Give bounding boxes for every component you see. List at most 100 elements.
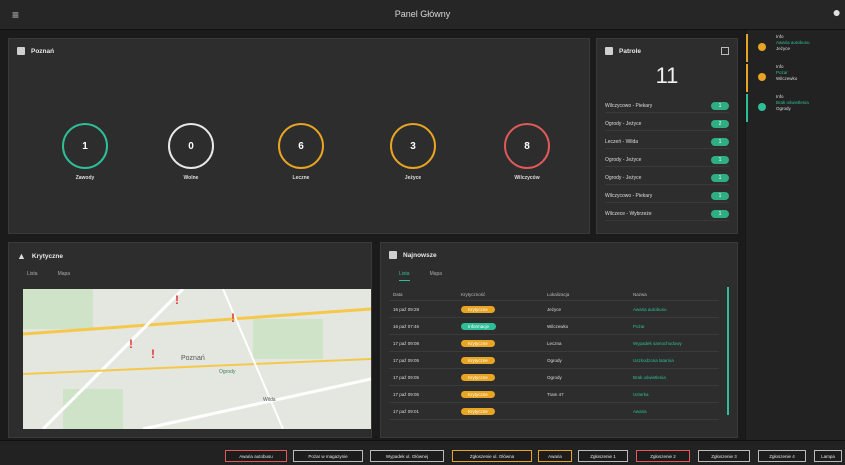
- quick-action-button[interactable]: Awaria autobusu: [225, 450, 287, 462]
- patrol-row[interactable]: Leczeń - Wilda 1: [605, 135, 729, 149]
- overview-title: Poznań: [31, 47, 55, 55]
- tab-list[interactable]: Lista: [399, 271, 410, 281]
- notification-text: Info Brak oświetlenia Ogrody: [776, 94, 809, 112]
- patrol-row[interactable]: Ogrody - Jeżyce 2: [605, 117, 729, 131]
- row-name: Brak oświetlenia: [633, 374, 666, 380]
- critical-header: ▲ Krytyczne: [17, 251, 63, 261]
- table-header: Data Krytyczność Lokalizacja Nazwa: [389, 289, 719, 301]
- stat-circle[interactable]: 0: [168, 123, 214, 169]
- col-name: Nazwa: [633, 292, 647, 297]
- expand-icon[interactable]: [721, 47, 729, 55]
- row-date: 17 paź 09:08: [393, 340, 420, 346]
- row-status-cell: Krytyczne: [461, 339, 547, 347]
- map-marker[interactable]: !: [175, 293, 179, 307]
- notification-location: Ogrody: [776, 106, 791, 111]
- status-badge: Krytyczne: [461, 356, 495, 364]
- scrollbar[interactable]: [727, 287, 729, 415]
- row-location: Wilczewko: [547, 323, 569, 329]
- warning-icon: ▲: [17, 251, 26, 261]
- stat-label: Wilczyców: [514, 175, 540, 181]
- patrol-row[interactable]: Wilczece - Wybrzeże 1: [605, 207, 729, 221]
- user-icon[interactable]: ●: [833, 4, 841, 20]
- row-date: 17 paź 09:05: [393, 391, 420, 397]
- map[interactable]: ! ! ! ! Poznań Ogrody Wilda: [23, 289, 371, 429]
- status-icon: [758, 43, 766, 51]
- notification-text: Info Awaria autobusu Jeżyce: [776, 34, 809, 52]
- row-date: 16 paź 09:28: [393, 306, 420, 312]
- status-badge: Krytyczne: [461, 373, 495, 381]
- patrol-row[interactable]: Ogrody - Jeżyce 1: [605, 171, 729, 185]
- quick-action-button[interactable]: Wypadek ul. Głównej: [370, 450, 444, 462]
- col-status: Krytyczność: [461, 292, 486, 297]
- patrol-count-badge: 1: [711, 137, 729, 146]
- map-marker[interactable]: !: [231, 311, 235, 325]
- patrol-count-badge: 2: [711, 119, 729, 128]
- stat-circle[interactable]: 3: [390, 123, 436, 169]
- patrols-count: 11: [655, 63, 679, 88]
- tab-list[interactable]: Lista: [27, 271, 38, 277]
- latest-title: Najnowsze: [403, 251, 437, 259]
- row-status-cell: Krytyczne: [461, 305, 547, 313]
- patrol-label: Leczeń - Wilda: [605, 138, 639, 145]
- row-status-cell: Krytyczne: [461, 356, 547, 364]
- notification-item[interactable]: Info Brak oświetlenia Ogrody: [746, 94, 845, 132]
- row-name: Pożar: [633, 323, 645, 329]
- status-badge: Krytyczne: [461, 390, 495, 398]
- stat-circle[interactable]: 1: [62, 123, 108, 169]
- tab-map[interactable]: Mapa: [58, 271, 71, 277]
- row-name: Usterka: [633, 391, 649, 397]
- table-body: 16 paź 09:28 Krytyczne Jeżyce Awaria autobu…: [389, 301, 719, 420]
- patrols-header: Patrole: [605, 47, 641, 55]
- patrol-count-badge: 1: [711, 191, 729, 200]
- tab-map[interactable]: Mapa: [430, 271, 443, 281]
- table-row[interactable]: 17 paź 09:05 Krytyczne Tram 47 Usterka: [389, 386, 719, 403]
- latest-card: Najnowsze Lista Mapa Data Krytyczność Lo…: [380, 242, 738, 438]
- notification-text: Info Pożar Wilczewko: [776, 64, 797, 82]
- stat-circle[interactable]: 8: [504, 123, 550, 169]
- table-row[interactable]: 17 paź 09:05 Krytyczne Ogrody Uszkodzona la…: [389, 352, 719, 369]
- row-location: Jeżyce: [547, 306, 562, 312]
- patrol-label: Ogrody - Jeżyce: [605, 174, 642, 181]
- critical-card: ▲ Krytyczne Lista Mapa ! ! ! ! Poznań Og…: [8, 242, 372, 438]
- table-row[interactable]: 16 paź 09:28 Krytyczne Jeżyce Awaria autobu…: [389, 301, 719, 318]
- patrol-row[interactable]: Ogrody - Jeżyce 1: [605, 153, 729, 167]
- map-marker[interactable]: !: [151, 347, 155, 361]
- map-label: Poznań: [181, 355, 205, 362]
- accent-bar: [746, 34, 748, 62]
- table-row[interactable]: 17 paź 09:05 Krytyczne Ogrody Brak oświetle…: [389, 369, 719, 386]
- row-status-cell: Krytyczne: [461, 407, 547, 415]
- quick-action-button[interactable]: Zgłoszenie 3: [698, 450, 750, 462]
- row-location: Ogrody: [547, 374, 562, 380]
- row-status-cell: Krytyczne: [461, 373, 547, 381]
- status-icon: [758, 73, 766, 81]
- calendar-icon: [17, 47, 25, 55]
- row-name: Awaria autobusu: [633, 306, 667, 312]
- map-marker[interactable]: !: [129, 337, 133, 351]
- quick-action-button[interactable]: Zgłoszenie 4: [758, 450, 806, 462]
- stat-circle[interactable]: 6: [278, 123, 324, 169]
- table-row[interactable]: 17 paź 09:01 Krytyczne Awaria: [389, 403, 719, 420]
- quick-action-button[interactable]: Pożar w magazynie: [293, 450, 363, 462]
- patrols-title: Patrole: [619, 47, 642, 55]
- accent-bar: [746, 94, 748, 122]
- status-badge: Informacje: [461, 322, 497, 330]
- quick-action-button[interactable]: Awaria: [538, 450, 572, 462]
- table-row[interactable]: 16 paź 07:46 Informacje Wilczewko Pożar: [389, 318, 719, 335]
- latest-tabs: Lista Mapa: [399, 271, 442, 281]
- patrol-label: Wilczycowo - Piekary: [605, 192, 653, 199]
- patrol-row[interactable]: Wilczycowo - Piekary 1: [605, 99, 729, 113]
- stat-label: Jeżyce: [404, 175, 422, 181]
- table-row[interactable]: 17 paź 09:08 Krytyczne Leczna Wypadek samoc…: [389, 335, 719, 352]
- quick-action-button[interactable]: Zgłoszenie 2: [636, 450, 690, 462]
- status-badge: Krytyczne: [461, 407, 495, 415]
- top-bar: ≡ Panel Główny ●: [0, 0, 845, 30]
- quick-action-button[interactable]: Lampa: [814, 450, 842, 462]
- stat-label: Leczne: [292, 175, 310, 181]
- status-badge: Krytyczne: [461, 339, 495, 347]
- row-date: 17 paź 09:05: [393, 357, 420, 363]
- patrol-row[interactable]: Wilczycowo - Piekary 1: [605, 189, 729, 203]
- quick-action-button[interactable]: Zgłoszenie 1: [578, 450, 628, 462]
- latest-table: Data Krytyczność Lokalizacja Nazwa 16 pa…: [389, 289, 719, 420]
- row-name: Uszkodzona latarnia: [633, 357, 674, 363]
- quick-action-button[interactable]: Zgłoszenie ul. Główna: [452, 450, 532, 462]
